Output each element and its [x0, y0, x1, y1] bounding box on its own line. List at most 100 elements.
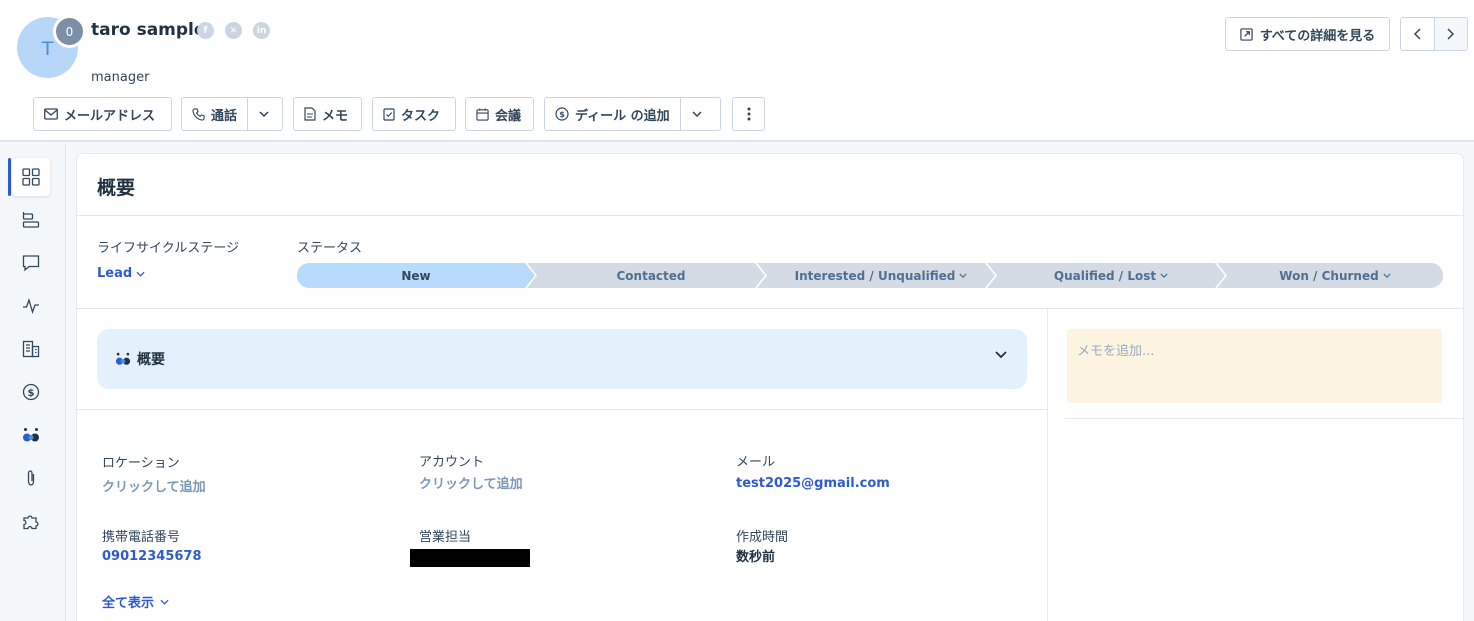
note-button-label: メモ	[322, 108, 349, 124]
stage-label: Won / Churned	[1279, 268, 1379, 283]
note-placeholder: メモを追加...	[1077, 344, 1155, 359]
stage-new[interactable]: New	[297, 263, 535, 288]
envelope-icon	[44, 108, 58, 120]
email-button[interactable]: メールアドレス	[33, 97, 172, 131]
call-split-button: 通話	[181, 97, 283, 131]
next-record-button[interactable]	[1434, 18, 1467, 50]
status-pipeline: New Contacted Interested / Unqualified Q…	[297, 263, 1443, 288]
note-icon	[304, 107, 316, 121]
stage-won-churned[interactable]: Won / Churned	[1227, 263, 1443, 288]
properties-column: 概要	[77, 309, 1047, 621]
call-button-label: 通話	[211, 108, 238, 124]
task-button-label: タスク	[401, 108, 441, 124]
stage-label: Interested / Unqualified	[794, 268, 956, 283]
chevron-down-icon	[1383, 273, 1391, 278]
location-value[interactable]: クリックして追加	[102, 476, 206, 495]
sidebar-item-ai[interactable]	[12, 416, 50, 454]
owner-label: 営業担当	[419, 530, 472, 545]
mobile-phone-value[interactable]: 09012345678	[102, 549, 202, 564]
svg-text:$: $	[559, 110, 565, 119]
job-title: manager	[91, 70, 150, 85]
timeline-icon	[22, 211, 40, 229]
chevron-down-icon	[1160, 273, 1168, 278]
divider	[77, 409, 1047, 410]
svg-text:$: $	[28, 388, 35, 399]
created-time-value: 数秒前	[736, 550, 776, 565]
status-label: ステータス	[297, 241, 363, 256]
x-icon[interactable]: ✕	[225, 22, 242, 39]
avatar-badge: 0	[53, 15, 86, 48]
account-value[interactable]: クリックして追加	[419, 473, 523, 492]
call-dropdown-button[interactable]	[248, 98, 280, 130]
accordion-title: 概要	[137, 352, 165, 368]
sidebar-item-conversations[interactable]	[12, 244, 50, 282]
deal-dollar-icon: $	[22, 383, 40, 401]
email-value[interactable]: test2025@gmail.com	[736, 476, 890, 491]
lifecycle-stage-value: Lead	[97, 266, 133, 281]
view-all-details-label: すべての詳細を見る	[1259, 28, 1376, 44]
calendar-icon	[476, 107, 489, 121]
lifecycle-stage-select[interactable]: Lead	[97, 266, 145, 281]
stage-label: Qualified / Lost	[1053, 268, 1157, 283]
overview-grid-icon	[22, 168, 40, 186]
open-external-icon	[1240, 27, 1253, 41]
add-deal-dropdown-button[interactable]	[681, 98, 713, 130]
sidebar-item-companies[interactable]	[12, 330, 50, 368]
stage-qualified-lost[interactable]: Qualified / Lost	[997, 263, 1225, 288]
show-all-button[interactable]: 全て表示	[102, 592, 169, 611]
chevron-right-icon	[1447, 28, 1455, 40]
stage-label: Contacted	[616, 268, 686, 283]
ai-agent-icon	[115, 351, 131, 367]
stage-label: New	[401, 268, 431, 283]
meeting-button-label: 会議	[495, 108, 522, 124]
sidebar-item-timeline[interactable]	[12, 201, 50, 239]
add-deal-button-label: ディール の追加	[575, 108, 670, 124]
divider	[1064, 418, 1463, 419]
view-all-details-button[interactable]: すべての詳細を見る	[1225, 17, 1390, 51]
created-time-label: 作成時間	[736, 530, 789, 545]
kebab-menu-icon	[747, 107, 751, 121]
attachment-icon	[22, 469, 40, 487]
overview-accordion[interactable]: 概要	[97, 329, 1027, 389]
add-deal-split-button: $ ディール の追加	[544, 97, 721, 131]
account-label: アカウント	[419, 455, 485, 470]
stage-contacted[interactable]: Contacted	[537, 263, 765, 288]
record-header: T 0 taro sample f ✕ in manager メールアドレス 通…	[0, 0, 1474, 142]
meeting-button[interactable]: 会議	[465, 97, 534, 131]
chevron-down-icon	[959, 273, 967, 278]
owner-value-redacted[interactable]	[410, 549, 530, 567]
company-icon	[22, 340, 40, 358]
task-button[interactable]: タスク	[372, 97, 456, 131]
call-button[interactable]: 通話	[182, 98, 249, 130]
sidebar-item-apps[interactable]	[12, 502, 50, 540]
phone-icon	[192, 107, 205, 121]
mobile-phone-label: 携帯電話番号	[102, 530, 181, 545]
facebook-icon[interactable]: f	[197, 22, 214, 39]
previous-record-button[interactable]	[1401, 18, 1435, 50]
linkedin-icon[interactable]: in	[253, 22, 270, 39]
sidebar-item-activity[interactable]	[12, 287, 50, 325]
add-deal-button[interactable]: $ ディール の追加	[545, 98, 681, 130]
chevron-down-icon	[692, 111, 702, 117]
sidebar-item-attachments[interactable]	[12, 459, 50, 497]
sidebar-item-deals[interactable]: $	[12, 373, 50, 411]
chevron-left-icon	[1413, 28, 1421, 40]
page-title: 概要	[97, 177, 136, 199]
overview-card: 概要 ライフサイクルステージ Lead ステータス New Contacted …	[77, 154, 1463, 621]
show-all-label: 全て表示	[102, 596, 155, 611]
sidebar-item-overview[interactable]	[12, 158, 50, 196]
chevron-down-icon	[160, 599, 169, 605]
contact-name[interactable]: taro sample	[91, 20, 205, 40]
note-input[interactable]: メモを追加...	[1067, 329, 1442, 403]
notes-column: メモを追加...	[1047, 309, 1463, 621]
email-label: メール	[736, 455, 776, 470]
chevron-down-icon	[259, 111, 269, 117]
stage-interested-unqualified[interactable]: Interested / Unqualified	[767, 263, 995, 288]
divider	[77, 215, 1463, 216]
lifecycle-stage-label: ライフサイクルステージ	[97, 241, 240, 256]
note-button[interactable]: メモ	[293, 97, 362, 131]
chevron-down-icon	[995, 351, 1007, 358]
ai-agent-icon	[22, 426, 40, 444]
chat-icon	[22, 254, 40, 272]
more-actions-button[interactable]	[732, 97, 765, 131]
